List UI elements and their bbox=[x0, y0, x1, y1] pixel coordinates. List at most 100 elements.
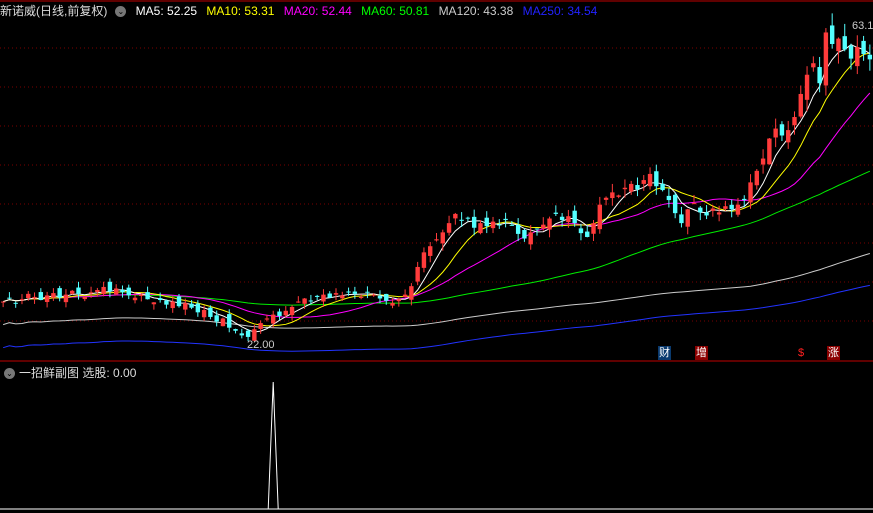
candle-up bbox=[446, 223, 452, 233]
candle-up bbox=[440, 232, 445, 244]
candle-up bbox=[289, 306, 295, 316]
candle-up bbox=[434, 239, 439, 241]
ma10-line bbox=[2, 52, 870, 327]
candle-up bbox=[754, 170, 760, 186]
candle-down bbox=[522, 230, 527, 239]
candle-up bbox=[283, 310, 288, 316]
candle-up bbox=[723, 206, 728, 209]
candle-up bbox=[151, 302, 157, 305]
candle-up bbox=[51, 293, 56, 298]
candle-up bbox=[710, 208, 716, 211]
candle-up bbox=[855, 47, 860, 67]
ma20-label: MA20: 52.44 bbox=[283, 4, 352, 18]
candle-up bbox=[804, 74, 810, 100]
candle-down bbox=[559, 216, 565, 221]
candle-down bbox=[126, 287, 131, 296]
candle-up bbox=[258, 323, 263, 329]
ma120-line bbox=[2, 253, 871, 329]
candle-up bbox=[716, 212, 722, 215]
candle-up bbox=[773, 128, 778, 138]
candle-down bbox=[459, 219, 464, 221]
candle-down bbox=[660, 183, 665, 191]
candle-up bbox=[798, 93, 803, 117]
candle-up bbox=[302, 298, 307, 304]
increase-badge[interactable]: 增 bbox=[695, 346, 708, 360]
candle-down bbox=[534, 228, 540, 230]
candle-down bbox=[245, 330, 251, 337]
candle-up bbox=[183, 303, 188, 310]
candle-up bbox=[82, 296, 87, 300]
candle-up bbox=[139, 294, 144, 296]
candle-up bbox=[528, 232, 533, 245]
signal-line bbox=[0, 381, 873, 510]
candle-down bbox=[779, 124, 785, 136]
candle-up bbox=[113, 288, 119, 295]
candle-up bbox=[333, 293, 339, 295]
candle-up bbox=[566, 216, 571, 223]
candle-up bbox=[811, 63, 816, 68]
candle-up bbox=[26, 293, 31, 299]
candle-up bbox=[685, 209, 690, 227]
dropdown-chevron-icon[interactable]: ⌄ bbox=[4, 368, 15, 380]
candle-up bbox=[0, 301, 6, 303]
candle-up bbox=[597, 204, 602, 230]
candle-down bbox=[277, 311, 282, 317]
candle-down bbox=[214, 315, 219, 322]
candle-down bbox=[314, 295, 320, 297]
candle-down bbox=[672, 194, 678, 214]
candle-down bbox=[76, 287, 81, 294]
ma60-label: MA60: 50.81 bbox=[361, 4, 430, 18]
dropdown-chevron-icon[interactable]: ⌄ bbox=[115, 6, 127, 18]
candle-up bbox=[628, 183, 634, 192]
sub-title: 一招鲜副图 bbox=[19, 366, 80, 380]
candle-up bbox=[792, 117, 797, 126]
candle-down bbox=[208, 307, 213, 317]
candle-up bbox=[616, 195, 621, 197]
candle-up bbox=[622, 187, 628, 190]
rise-badge[interactable]: 涨 bbox=[827, 346, 840, 360]
candle-down bbox=[654, 171, 659, 187]
candle-down bbox=[227, 314, 232, 328]
candle-down bbox=[239, 333, 245, 336]
candle-up bbox=[641, 180, 646, 184]
candle-up bbox=[415, 266, 420, 282]
ma5-label: MA5: 52.25 bbox=[135, 4, 198, 18]
dollar-badge[interactable]: $ bbox=[797, 346, 805, 360]
candle-down bbox=[346, 291, 351, 293]
ma250-label: MA250: 34.54 bbox=[522, 4, 598, 18]
candle-up bbox=[603, 197, 609, 200]
candle-down bbox=[471, 216, 477, 228]
candle-down bbox=[38, 292, 44, 301]
candle-up bbox=[321, 294, 326, 302]
candle-up bbox=[453, 213, 458, 219]
candle-down bbox=[585, 231, 590, 237]
candle-up bbox=[170, 301, 175, 309]
high-price-label: 63.1 bbox=[852, 20, 873, 32]
candle-down bbox=[742, 198, 747, 201]
candle-down bbox=[704, 212, 709, 216]
sub-header: ⌄ 一招鲜副图 选股: 0.00 bbox=[2, 364, 136, 381]
candle-up bbox=[132, 297, 138, 301]
candle-down bbox=[365, 291, 370, 293]
finance-badge[interactable]: 财 bbox=[658, 346, 671, 360]
candle-down bbox=[377, 295, 383, 299]
kline-chart[interactable] bbox=[0, 0, 873, 513]
candle-up bbox=[220, 318, 226, 327]
candle-down bbox=[635, 185, 640, 190]
candle-up bbox=[748, 182, 753, 203]
candle-down bbox=[553, 212, 559, 214]
candle-up bbox=[396, 299, 402, 302]
candle-up bbox=[19, 299, 25, 301]
ma5-line bbox=[2, 44, 871, 333]
candle-down bbox=[195, 303, 201, 313]
candle-up bbox=[836, 38, 841, 52]
candle-down bbox=[861, 40, 866, 54]
candle-up bbox=[44, 295, 50, 303]
candle-up bbox=[786, 130, 791, 143]
candle-up bbox=[823, 32, 829, 86]
candle-up bbox=[478, 223, 483, 234]
candle-up bbox=[490, 221, 496, 229]
candle-down bbox=[848, 45, 854, 59]
candle-up bbox=[32, 296, 37, 299]
stock-chart-window: 新诺威(日线,前复权) ⌄ MA5: 52.25 MA10: 53.31 MA20… bbox=[0, 0, 873, 513]
